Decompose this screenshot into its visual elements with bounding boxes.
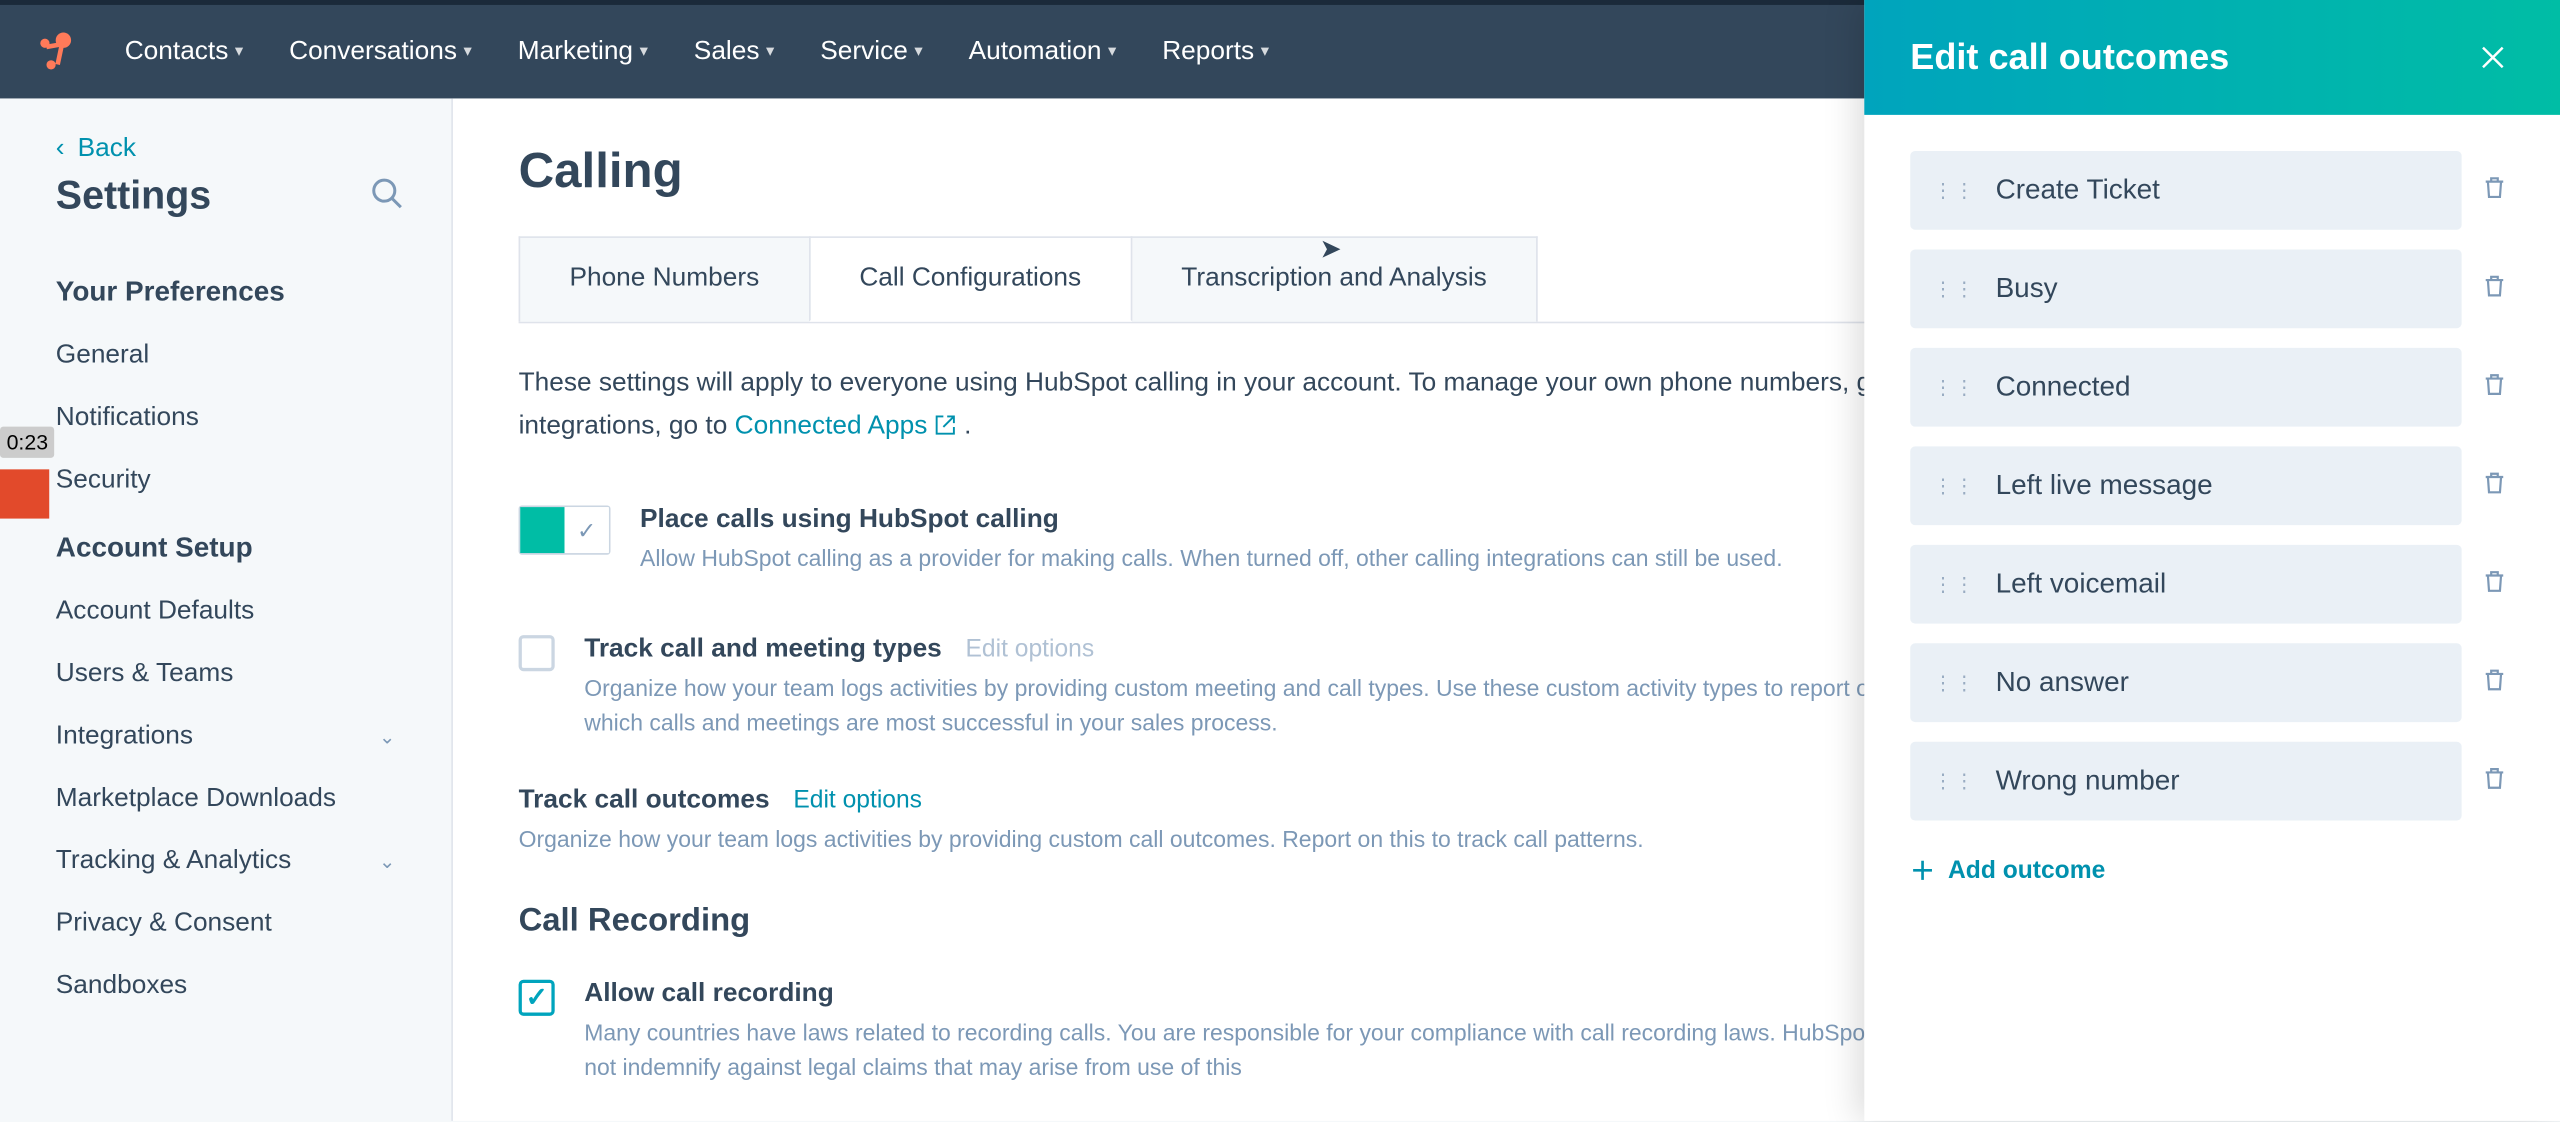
chevron-down-icon: ▾ xyxy=(766,43,774,61)
chevron-down-icon: ⌄ xyxy=(379,850,396,873)
page-description: These settings will apply to everyone us… xyxy=(519,323,1930,476)
outcome-label: Left live message xyxy=(1996,469,2213,502)
allow-recording-help: Many countries have laws related to reco… xyxy=(584,1016,1930,1085)
drag-handle-icon[interactable]: ⋮⋮ xyxy=(1933,481,1976,491)
drag-handle-icon[interactable]: ⋮⋮ xyxy=(1933,776,1976,786)
external-link-icon xyxy=(934,414,957,437)
add-outcome-button[interactable]: ＋Add outcome xyxy=(1910,840,2514,888)
chevron-down-icon: ▾ xyxy=(1108,43,1116,61)
outcome-row: ⋮⋮ Busy xyxy=(1910,249,2514,328)
toggle-place-calls[interactable]: ✓ xyxy=(519,506,611,555)
outcome-row: ⋮⋮ Left live message xyxy=(1910,446,2514,525)
drag-handle-icon[interactable]: ⋮⋮ xyxy=(1933,579,1976,589)
nav-automation[interactable]: Automation▾ xyxy=(969,37,1117,67)
sidebar-item-sandboxes[interactable]: Sandboxes xyxy=(0,955,451,1017)
sidebar-item-users-teams[interactable]: Users & Teams xyxy=(0,643,451,705)
sidebar-item-tracking-analytics[interactable]: Tracking & Analytics⌄ xyxy=(0,830,451,892)
trash-icon[interactable] xyxy=(2481,270,2514,308)
nav-contacts[interactable]: Contacts▾ xyxy=(125,37,243,67)
outcome-row: ⋮⋮ Connected xyxy=(1910,348,2514,427)
outcome-item[interactable]: ⋮⋮ Busy xyxy=(1910,249,2461,328)
allow-recording-title: Allow call recording xyxy=(584,980,1930,1010)
panel-title: Edit call outcomes xyxy=(1910,36,2229,79)
sidebar-item-account-defaults[interactable]: Account Defaults xyxy=(0,581,451,643)
sidebar-item-notifications[interactable]: Notifications xyxy=(0,387,451,449)
track-types-help: Organize how your team logs activities b… xyxy=(584,672,1930,741)
prefs-header: Your Preferences xyxy=(0,256,451,325)
chevron-down-icon: ▾ xyxy=(640,43,648,61)
back-link[interactable]: ‹ Back xyxy=(0,135,451,174)
chevron-down-icon: ▾ xyxy=(914,43,922,61)
tab-phone-numbers[interactable]: Phone Numbers xyxy=(519,236,811,321)
outcome-row: ⋮⋮ Wrong number xyxy=(1910,742,2514,821)
drag-handle-icon[interactable]: ⋮⋮ xyxy=(1933,185,1976,195)
track-outcomes-title: Track call outcomes xyxy=(519,786,770,814)
outcome-label: No answer xyxy=(1996,666,2129,699)
nav-conversations[interactable]: Conversations▾ xyxy=(289,37,472,67)
drag-handle-icon[interactable]: ⋮⋮ xyxy=(1933,678,1976,688)
setup-header: Account Setup xyxy=(0,512,451,581)
sidebar-item-general[interactable]: General xyxy=(0,325,451,387)
outcome-label: Create Ticket xyxy=(1996,174,2160,207)
outcome-row: ⋮⋮ Create Ticket xyxy=(1910,151,2514,230)
trash-icon[interactable] xyxy=(2481,171,2514,209)
edit-outcomes-panel: Edit call outcomes ⋮⋮ Create Ticket ⋮⋮ Busy… xyxy=(1864,0,2560,1121)
edit-options-track-outcomes[interactable]: Edit options xyxy=(793,786,922,814)
nav-sales[interactable]: Sales▾ xyxy=(694,37,775,67)
edit-options-track-types[interactable]: Edit options xyxy=(966,635,1095,663)
sidebar-item-marketplace-downloads[interactable]: Marketplace Downloads xyxy=(0,768,451,830)
check-icon: ✓ xyxy=(577,516,596,544)
outcome-item[interactable]: ⋮⋮ Connected xyxy=(1910,348,2461,427)
chevron-down-icon: ▾ xyxy=(464,43,472,61)
outcome-label: Left voicemail xyxy=(1996,568,2167,601)
outcome-row: ⋮⋮ No answer xyxy=(1910,643,2514,722)
checkbox-allow-recording[interactable] xyxy=(519,980,555,1016)
outcome-item[interactable]: ⋮⋮ No answer xyxy=(1910,643,2461,722)
nav-items: Contacts▾ Conversations▾ Marketing▾ Sale… xyxy=(125,37,1269,67)
trash-icon[interactable] xyxy=(2481,467,2514,505)
chevron-down-icon: ⌄ xyxy=(379,725,396,748)
trash-icon[interactable] xyxy=(2481,762,2514,800)
outcome-row: ⋮⋮ Left voicemail xyxy=(1910,545,2514,624)
cursor-icon: ➤ xyxy=(1319,233,1341,266)
search-settings-icon[interactable] xyxy=(369,175,405,219)
sidebar-item-privacy-consent[interactable]: Privacy & Consent xyxy=(0,893,451,955)
outcome-label: Busy xyxy=(1996,272,2058,305)
sidebar-item-integrations[interactable]: Integrations⌄ xyxy=(0,706,451,768)
nav-reports[interactable]: Reports▾ xyxy=(1162,37,1269,67)
track-outcomes-help: Organize how your team logs activities b… xyxy=(519,822,1930,856)
trash-icon[interactable] xyxy=(2481,664,2514,702)
chevron-down-icon: ▾ xyxy=(1261,43,1269,61)
place-calls-help: Allow HubSpot calling as a provider for … xyxy=(640,542,1783,576)
nav-marketing[interactable]: Marketing▾ xyxy=(518,37,648,67)
sidebar-item-security[interactable]: Security xyxy=(0,450,451,512)
outcome-label: Wrong number xyxy=(1996,765,2180,798)
hubspot-logo[interactable] xyxy=(30,27,79,76)
trash-icon[interactable] xyxy=(2481,565,2514,603)
trash-icon[interactable] xyxy=(2481,368,2514,406)
drag-handle-icon[interactable]: ⋮⋮ xyxy=(1933,382,1976,392)
video-marker xyxy=(0,469,49,518)
close-icon[interactable] xyxy=(2471,36,2514,79)
outcome-label: Connected xyxy=(1996,371,2131,404)
outcome-item[interactable]: ⋮⋮ Wrong number xyxy=(1910,742,2461,821)
plus-icon: ＋ xyxy=(1910,853,1935,887)
track-types-title: Track call and meeting types xyxy=(584,635,942,663)
place-calls-title: Place calls using HubSpot calling xyxy=(640,506,1783,536)
outcome-item[interactable]: ⋮⋮ Left live message xyxy=(1910,446,2461,525)
chevron-down-icon: ▾ xyxy=(235,43,243,61)
checkbox-track-types[interactable] xyxy=(519,635,555,671)
timestamp-badge: 0:23 xyxy=(0,427,55,458)
nav-service[interactable]: Service▾ xyxy=(820,37,922,67)
tab-call-configurations[interactable]: Call Configurations xyxy=(808,236,1132,321)
chevron-left-icon: ‹ xyxy=(56,135,65,165)
outcome-item[interactable]: ⋮⋮ Create Ticket xyxy=(1910,151,2461,230)
settings-sidebar: ‹ Back Settings 0:23 Your Preferences Ge… xyxy=(0,98,453,1120)
connected-apps-link[interactable]: Connected Apps xyxy=(735,405,957,447)
drag-handle-icon[interactable]: ⋮⋮ xyxy=(1933,284,1976,294)
outcome-item[interactable]: ⋮⋮ Left voicemail xyxy=(1910,545,2461,624)
settings-title: Settings xyxy=(56,174,211,220)
